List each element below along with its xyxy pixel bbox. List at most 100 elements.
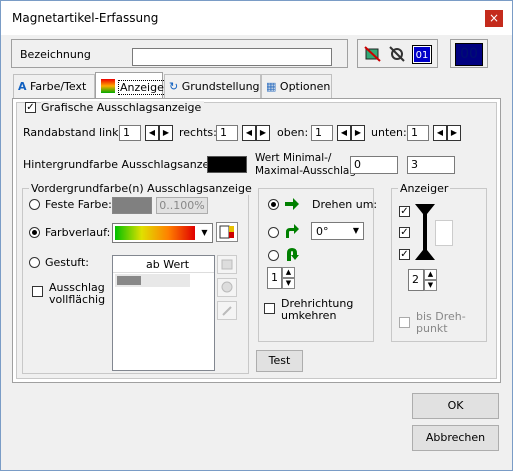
display-panel: 00 xyxy=(450,39,488,68)
drehen-value: 0° xyxy=(316,225,329,238)
grafische-checkbox[interactable]: ✓ xyxy=(25,102,36,113)
farbverlauf-dropdown[interactable]: ▼ xyxy=(112,223,213,243)
anzeiger-bottom-checkbox[interactable]: ✓ xyxy=(399,249,410,260)
rotate-icon: ↻ xyxy=(169,80,179,93)
drehen-bend-radio[interactable] xyxy=(268,227,279,238)
oben-value[interactable]: 1 xyxy=(311,125,333,141)
chevron-down-icon[interactable]: ▼ xyxy=(197,224,212,242)
track-disable-icon[interactable] xyxy=(364,46,382,63)
table-header: ab Wert xyxy=(113,256,214,273)
decrement-arrow-icon[interactable]: ◀ xyxy=(337,125,351,141)
drehen-arrow-radio[interactable] xyxy=(268,199,279,210)
tab-label: Farbe/Text xyxy=(30,80,87,93)
tab-farbe-text[interactable]: A Farbe/Text xyxy=(13,74,95,98)
spin-up-icon[interactable]: ▲ xyxy=(424,269,437,280)
delete-step-button[interactable] xyxy=(217,278,237,297)
feste-farbe-label: Feste Farbe: xyxy=(45,198,112,211)
increment-arrow-icon[interactable]: ▶ xyxy=(351,125,365,141)
tab-grundstellung[interactable]: ↻ Grundstellung xyxy=(164,74,261,98)
arrow-turn-icon xyxy=(284,223,300,239)
chevron-down-icon[interactable]: ▼ xyxy=(349,223,363,239)
hintergrund-color-swatch[interactable] xyxy=(207,156,247,173)
row-color-swatch xyxy=(117,276,141,285)
signal-disable-icon[interactable] xyxy=(388,46,406,63)
increment-arrow-icon[interactable]: ▶ xyxy=(447,125,461,141)
tab-anzeige[interactable]: Anzeige xyxy=(95,72,166,100)
tab-label: Grundstellung xyxy=(181,80,260,93)
name-input[interactable] xyxy=(132,48,332,66)
options-icon: ▦ xyxy=(266,80,277,93)
anzeiger-spin-value[interactable]: 2 xyxy=(408,269,424,291)
links-value[interactable]: 1 xyxy=(119,125,141,141)
wert-label-line2: Maximal-Ausschlag: xyxy=(255,165,360,177)
title-bar: Magnetartikel-Erfassung × xyxy=(1,1,512,35)
max-input[interactable]: 3 xyxy=(407,156,455,174)
drehrichtung-label-line2: umkehren xyxy=(281,309,337,322)
anzeiger-spinner: 2 ▲ ▼ xyxy=(408,269,440,291)
drehrichtung-checkbox[interactable] xyxy=(264,303,275,314)
rechts-spinner: 1 ◀ ▶ xyxy=(216,125,272,141)
preview-badge: 00 xyxy=(455,43,483,66)
feste-farbe-radio[interactable] xyxy=(29,199,40,210)
links-spinner: 1 ◀ ▶ xyxy=(119,125,175,141)
table-row[interactable] xyxy=(115,274,190,287)
unten-label: unten: xyxy=(371,126,407,139)
decrement-arrow-icon[interactable]: ◀ xyxy=(242,125,256,141)
pointer-color-swatch[interactable] xyxy=(435,220,453,246)
arrow-uturn-icon xyxy=(284,246,300,262)
increment-arrow-icon[interactable]: ▶ xyxy=(256,125,270,141)
drehen-select[interactable]: 0° ▼ xyxy=(311,222,364,240)
rechts-label: rechts: xyxy=(179,126,217,139)
gauge-color-icon xyxy=(101,79,115,93)
increment-arrow-icon[interactable]: ▶ xyxy=(159,125,173,141)
dialog-window: Magnetartikel-Erfassung × Bezeichnung 01… xyxy=(0,0,513,471)
decrement-arrow-icon[interactable]: ◀ xyxy=(145,125,159,141)
randabstand-label: Randabstand links: xyxy=(23,126,128,139)
spin-up-icon[interactable]: ▲ xyxy=(282,267,295,278)
range-button[interactable]: 0..100% xyxy=(156,197,208,214)
edit-step-button[interactable] xyxy=(217,301,237,320)
spin-down-icon[interactable]: ▼ xyxy=(424,280,437,291)
drehen-label: Drehen um: xyxy=(312,198,378,211)
drehen-spinner: 1 ▲ ▼ xyxy=(267,267,297,289)
farbverlauf-radio[interactable] xyxy=(29,227,40,238)
tab-label: Anzeige xyxy=(118,80,166,95)
anzeiger-top-checkbox[interactable]: ✓ xyxy=(399,206,410,217)
spin-down-icon[interactable]: ▼ xyxy=(282,278,295,289)
hintergrund-label: Hintergrundfarbe Ausschlagsanzeige: xyxy=(23,158,230,171)
text-color-icon: A xyxy=(18,80,27,93)
arrow-right-icon xyxy=(284,196,300,212)
cancel-button[interactable]: Abbrechen xyxy=(412,425,499,451)
add-step-button[interactable] xyxy=(217,255,237,274)
drehen-spin-value[interactable]: 1 xyxy=(267,267,282,289)
name-label: Bezeichnung xyxy=(20,48,91,61)
unten-value[interactable]: 1 xyxy=(407,125,429,141)
window-title: Magnetartikel-Erfassung xyxy=(12,11,159,25)
icon-button-panel: 01 xyxy=(357,39,438,68)
address-badge[interactable]: 01 xyxy=(412,45,432,64)
farbverlauf-label: Farbverlauf: xyxy=(45,226,111,239)
min-input[interactable]: 0 xyxy=(350,156,398,174)
drehen-uturn-radio[interactable] xyxy=(268,250,279,261)
wert-label-line1: Wert Minimal-/ xyxy=(255,152,332,164)
gradient-edit-button[interactable] xyxy=(216,222,238,242)
gestuft-label: Gestuft: xyxy=(45,256,90,269)
close-button[interactable]: × xyxy=(485,10,503,27)
bis-drehpunkt-checkbox[interactable] xyxy=(399,317,410,328)
feste-farbe-swatch[interactable] xyxy=(112,197,152,214)
stufen-table[interactable]: ab Wert xyxy=(112,255,215,371)
ausschlag-label-line2: vollflächig xyxy=(49,293,106,306)
rechts-value[interactable]: 1 xyxy=(216,125,238,141)
decrement-arrow-icon[interactable]: ◀ xyxy=(433,125,447,141)
bis-drehpunkt-line2: punkt xyxy=(416,322,448,335)
ok-button[interactable]: OK xyxy=(412,393,499,419)
tab-optionen[interactable]: ▦ Optionen xyxy=(261,74,332,98)
name-panel: Bezeichnung xyxy=(11,39,348,68)
anzeiger-caption: Anzeiger xyxy=(398,182,451,195)
anzeiger-mid-checkbox[interactable]: ✓ xyxy=(399,227,410,238)
ausschlag-checkbox[interactable] xyxy=(32,286,43,297)
oben-spinner: 1 ◀ ▶ xyxy=(311,125,367,141)
unten-spinner: 1 ◀ ▶ xyxy=(407,125,463,141)
test-button[interactable]: Test xyxy=(256,350,303,372)
gestuft-radio[interactable] xyxy=(29,257,40,268)
